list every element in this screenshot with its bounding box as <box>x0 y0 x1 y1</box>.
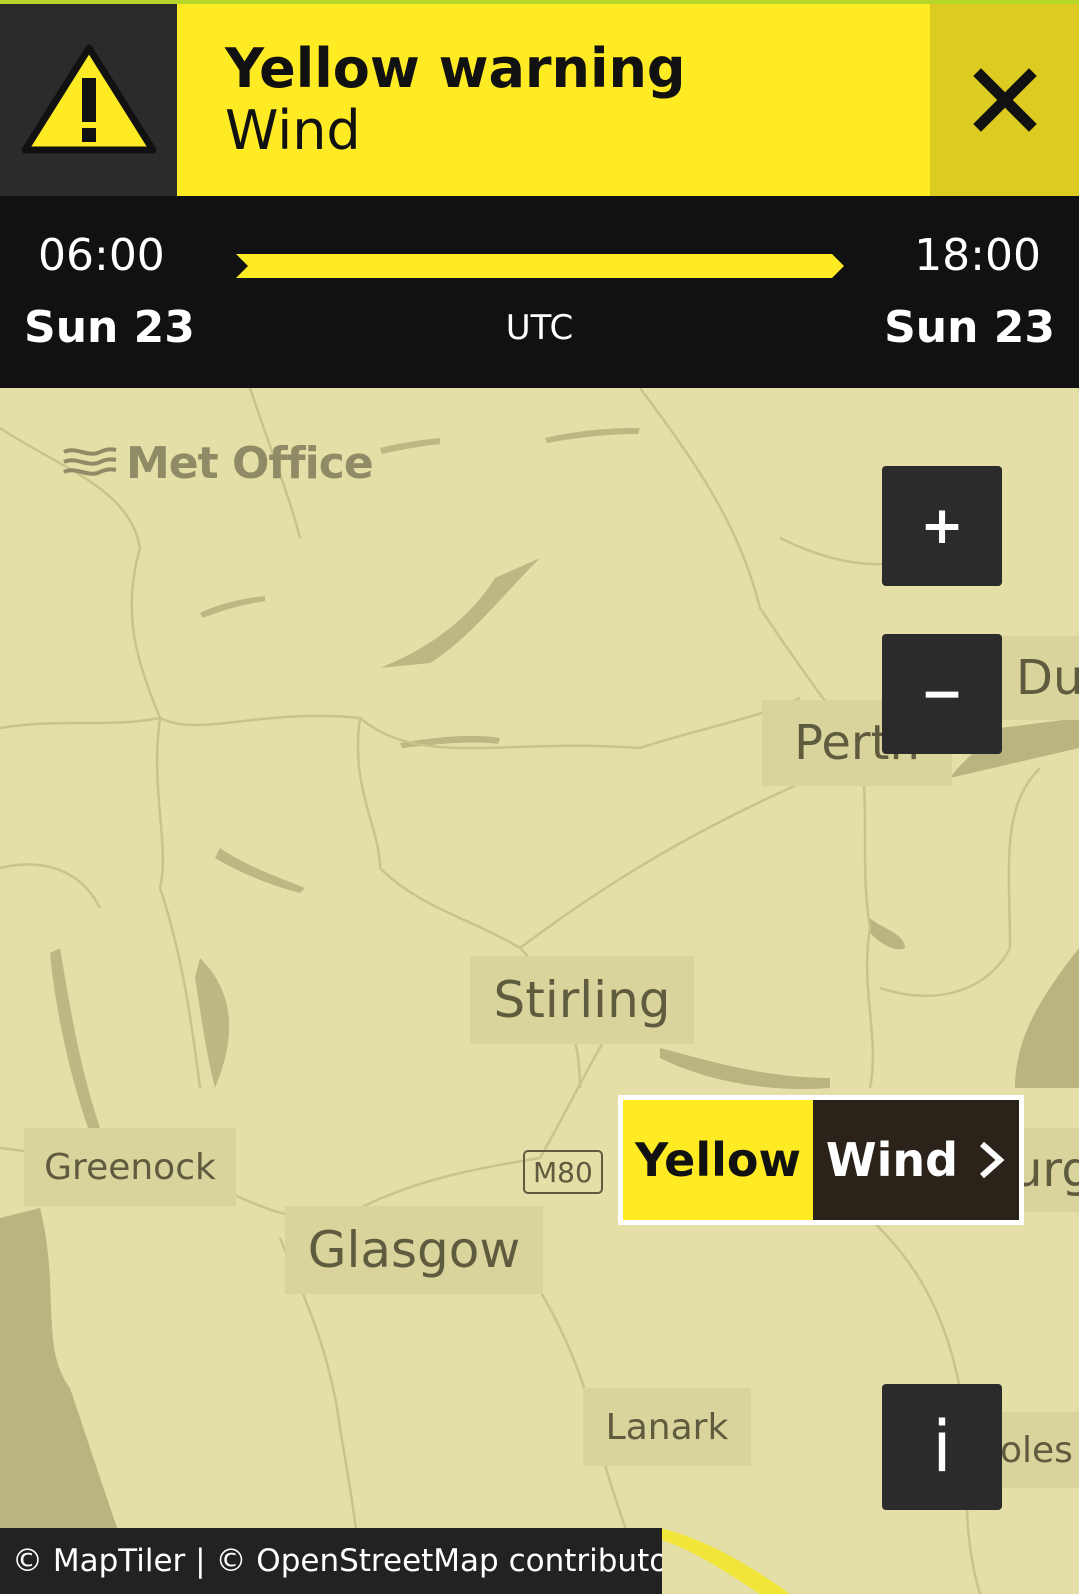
chevron-right-icon <box>980 1141 1005 1179</box>
map-attribution[interactable]: © MapTiler | © OpenStreetMap contributor… <box>0 1528 662 1594</box>
warning-header: Yellow warning Wind <box>0 4 1079 196</box>
warning-map[interactable]: Met Office Perth Du Stirling Greenock Gl… <box>0 388 1079 1594</box>
zoom-out-button[interactable]: − <box>882 634 1002 754</box>
met-office-logo-text: Met Office <box>126 438 374 489</box>
end-day: Sun 23 <box>884 302 1055 353</box>
met-office-logo: Met Office <box>62 438 374 489</box>
close-button[interactable] <box>930 4 1079 196</box>
place-label-dundee: Du <box>1000 636 1079 720</box>
close-icon <box>972 68 1037 132</box>
end-time: 18:00 <box>914 230 1041 281</box>
badge-type: Wind <box>813 1100 1019 1220</box>
warning-title-box: Yellow warning Wind <box>177 4 930 196</box>
start-time: 06:00 <box>38 230 165 281</box>
place-label-glasgow: Glasgow <box>285 1206 543 1294</box>
warning-type-subtitle: Wind <box>225 99 361 162</box>
place-label-greenock: Greenock <box>24 1128 236 1206</box>
place-label-stirling: Stirling <box>470 956 694 1044</box>
warning-level-title: Yellow warning <box>225 36 686 100</box>
zoom-in-button[interactable]: + <box>882 466 1002 586</box>
info-button[interactable]: i <box>882 1384 1002 1510</box>
place-label-lanark: Lanark <box>583 1388 751 1466</box>
met-office-logo-icon <box>63 446 117 476</box>
warning-badge[interactable]: Yellow Wind <box>618 1095 1024 1225</box>
badge-level: Yellow <box>623 1100 813 1220</box>
warning-timeline: 06:00 Sun 23 UTC 18:00 Sun 23 <box>0 196 1079 388</box>
warning-icon-box <box>0 4 177 196</box>
timeline-duration-bar <box>236 254 844 278</box>
road-label-m80: M80 <box>523 1150 603 1194</box>
place-label-peebles: oles <box>1000 1412 1079 1488</box>
warning-triangle-icon <box>21 44 156 154</box>
badge-type-label: Wind <box>825 1133 959 1187</box>
